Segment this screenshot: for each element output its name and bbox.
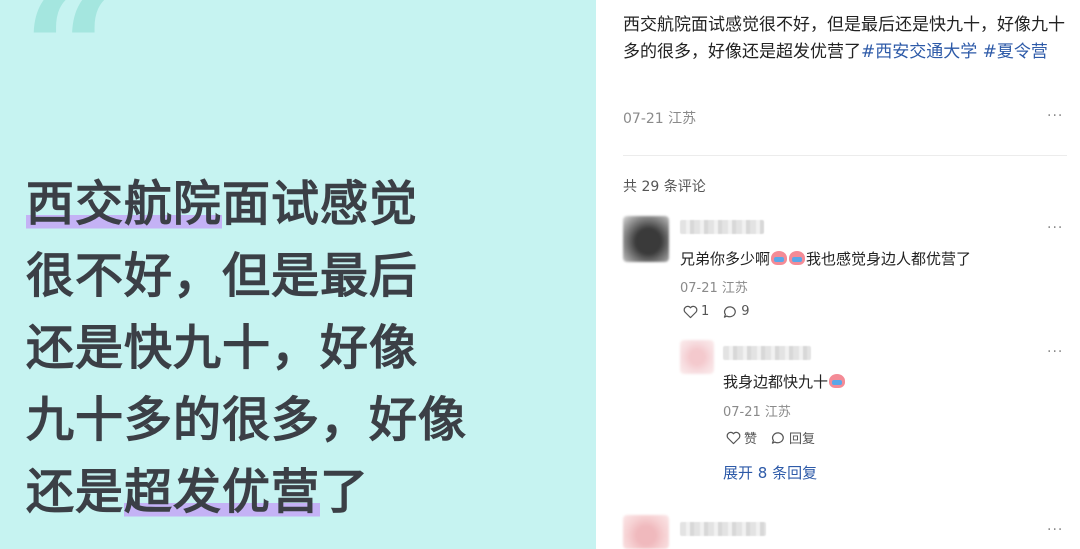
- comment-count: 共 29 条评论: [623, 179, 706, 195]
- reply-actions: 赞 回复: [726, 428, 815, 447]
- comment-more-options-icon[interactable]: ···: [1047, 220, 1063, 236]
- hashtag-link[interactable]: #西安交通大学: [861, 42, 977, 62]
- card-line: 还是快九十，好像: [26, 320, 419, 376]
- avatar[interactable]: [680, 340, 714, 374]
- avatar[interactable]: [623, 515, 669, 549]
- hashtag-link[interactable]: #夏令营: [983, 42, 1048, 62]
- like-button[interactable]: 赞: [726, 428, 757, 447]
- comment-date-location: 07-21 江苏: [680, 281, 748, 296]
- speech-bubble-icon: [724, 305, 737, 318]
- heart-outline-icon: [726, 431, 741, 444]
- username-blurred[interactable]: [723, 346, 811, 360]
- post-more-options-icon[interactable]: ···: [1047, 108, 1063, 124]
- crying-face-emoji: [771, 251, 788, 265]
- crying-face-emoji: [789, 251, 806, 265]
- reply-count-button[interactable]: 9: [723, 304, 750, 319]
- card-line: 还是超发优营了: [26, 464, 370, 520]
- reply-date-location: 07-21 江苏: [723, 405, 791, 420]
- card-line: 九十多的很多，好像: [26, 392, 468, 448]
- username-blurred[interactable]: [680, 220, 764, 234]
- quote-mark-icon: “: [22, 0, 120, 151]
- divider: [623, 155, 1067, 156]
- avatar[interactable]: [623, 216, 669, 262]
- reply-text: 我身边都快九十: [723, 371, 846, 392]
- reply-button[interactable]: 回复: [771, 428, 815, 447]
- like-button[interactable]: 1: [683, 304, 709, 319]
- card-line: 很不好，但是最后: [26, 248, 419, 304]
- post-image-card: “ 西交航院面试感觉 很不好，但是最后 还是快九十，好像 九十多的很多，好像 还…: [0, 0, 596, 549]
- card-line: 西交航院面试感觉: [26, 176, 419, 232]
- heart-outline-icon: [683, 305, 698, 318]
- comment-actions: 1 9: [683, 304, 750, 319]
- speech-bubble-icon: [771, 431, 784, 444]
- post-date-location: 07-21 江苏: [623, 111, 697, 127]
- post-body: 西交航院面试感觉很不好，但是最后还是快九十，好像九十多的很多，好像还是超发优营了…: [623, 15, 1065, 62]
- card-text: 西交航院面试感觉 很不好，但是最后 还是快九十，好像 九十多的很多，好像 还是超…: [26, 168, 467, 528]
- username-blurred[interactable]: [680, 522, 766, 536]
- comment-text: 兄弟你多少啊 我也感觉身边人都优营了: [680, 250, 972, 268]
- comment-more-options-icon[interactable]: ···: [1047, 522, 1063, 538]
- post-detail-panel: 西交航院面试感觉很不好，但是最后还是快九十，好像九十多的很多，好像还是超发优营了…: [596, 0, 1080, 549]
- expand-replies-link[interactable]: 展开 8 条回复: [723, 462, 817, 483]
- reply-more-options-icon[interactable]: ···: [1047, 344, 1063, 360]
- crying-face-emoji: [829, 374, 846, 388]
